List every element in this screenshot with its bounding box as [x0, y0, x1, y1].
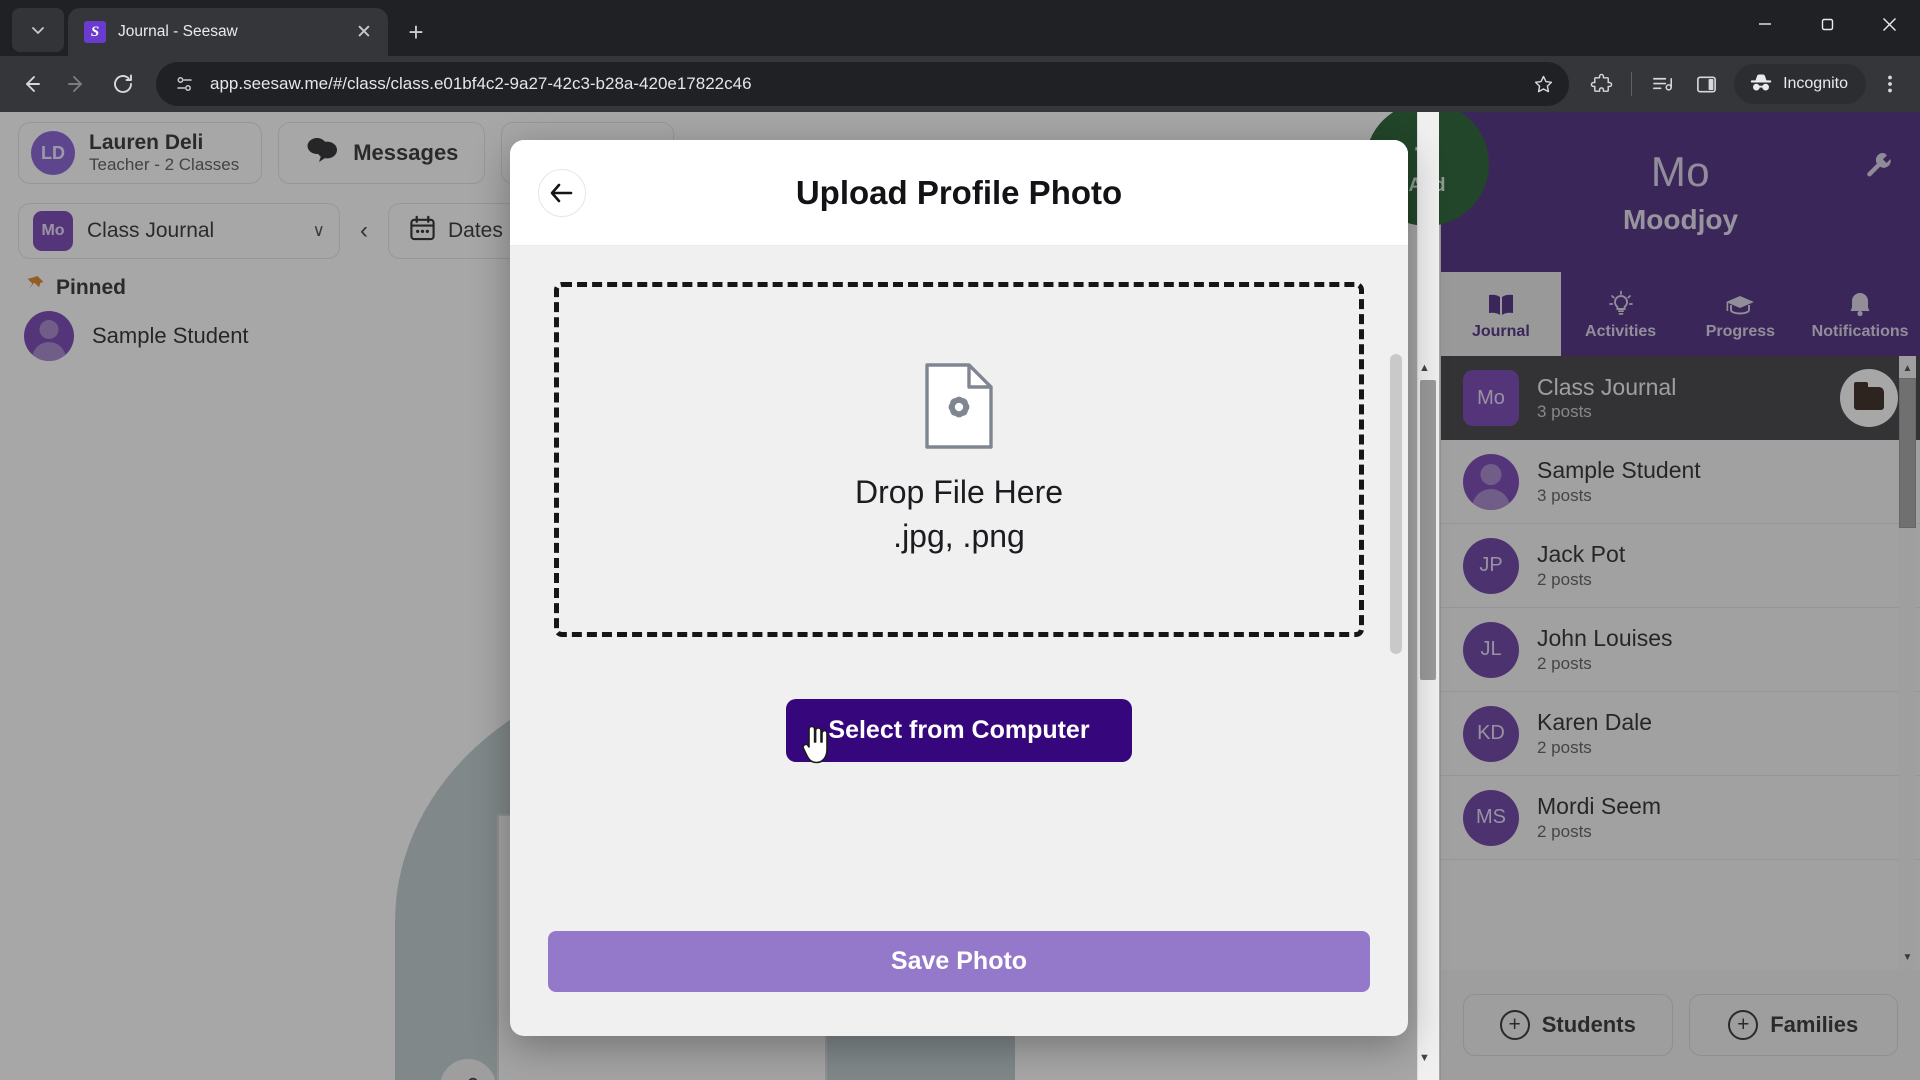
dialog-title: Upload Profile Photo	[795, 173, 1123, 211]
incognito-hat-icon	[1748, 71, 1774, 98]
forward-button-icon[interactable]	[56, 63, 98, 105]
close-tab-icon[interactable]: ✕	[352, 20, 376, 44]
browser-window: S Journal - Seesaw ✕ + app.seesaw.me/#/c…	[0, 0, 1920, 1080]
file-dropzone[interactable]: Drop File Here .jpg, .png	[554, 282, 1364, 637]
star-icon[interactable]	[1523, 64, 1563, 104]
seesaw-favicon-icon: S	[84, 21, 106, 43]
maximize-button[interactable]	[1796, 0, 1858, 48]
address-bar[interactable]: app.seesaw.me/#/class/class.e01bf4c2-9a2…	[156, 62, 1570, 106]
page-viewport: LD Lauren Deli Teacher - 2 Classes Messa…	[0, 112, 1920, 1080]
tab-search-icon[interactable]	[12, 8, 64, 52]
dialog-header: Upload Profile Photo	[510, 140, 1408, 246]
page-scrollbar-thumb[interactable]	[1420, 380, 1436, 680]
url-text: app.seesaw.me/#/class/class.e01bf4c2-9a2…	[210, 74, 752, 93]
dropzone-formats-text: .jpg, .png	[893, 517, 1025, 554]
browser-toolbar: app.seesaw.me/#/class/class.e01bf4c2-9a2…	[0, 56, 1920, 112]
back-button-icon[interactable]	[10, 63, 52, 105]
window-controls	[1734, 0, 1920, 48]
tab-strip: S Journal - Seesaw ✕ +	[0, 0, 1920, 56]
image-file-icon	[924, 362, 994, 450]
dialog-body: Drop File Here .jpg, .png Select from Co…	[510, 246, 1408, 931]
select-from-computer-button[interactable]: Select from Computer	[786, 699, 1132, 762]
incognito-badge[interactable]: Incognito	[1734, 64, 1866, 104]
reload-button-icon[interactable]	[102, 63, 144, 105]
incognito-label: Incognito	[1783, 75, 1848, 92]
toolbar-divider	[1631, 72, 1633, 96]
three-dot-menu-icon[interactable]	[1870, 64, 1910, 104]
tab-title: Journal - Seesaw	[118, 23, 238, 40]
dialog-footer: Save Photo	[510, 931, 1408, 1036]
dialog-scrollbar-thumb[interactable]	[1390, 354, 1402, 654]
reading-list-icon[interactable]	[1642, 64, 1682, 104]
browser-tab[interactable]: S Journal - Seesaw ✕	[68, 8, 388, 56]
extensions-puzzle-icon[interactable]	[1581, 64, 1621, 104]
page-info-icon[interactable]	[172, 71, 198, 97]
close-window-button[interactable]	[1858, 0, 1920, 48]
back-arrow-icon[interactable]	[538, 168, 586, 217]
omnibox-actions	[1523, 64, 1563, 104]
save-photo-button[interactable]: Save Photo	[548, 931, 1370, 992]
minimize-button[interactable]	[1734, 0, 1796, 48]
side-panel-icon[interactable]	[1686, 64, 1726, 104]
scroll-up-arrow-icon[interactable]: ▲	[1419, 362, 1430, 374]
upload-profile-photo-dialog: Upload Profile Photo Drop File Here .jpg…	[510, 140, 1408, 1036]
dropzone-primary-text: Drop File Here	[854, 473, 1064, 510]
scroll-down-arrow-icon[interactable]: ▼	[1419, 1052, 1430, 1064]
new-tab-button[interactable]: +	[396, 12, 436, 52]
